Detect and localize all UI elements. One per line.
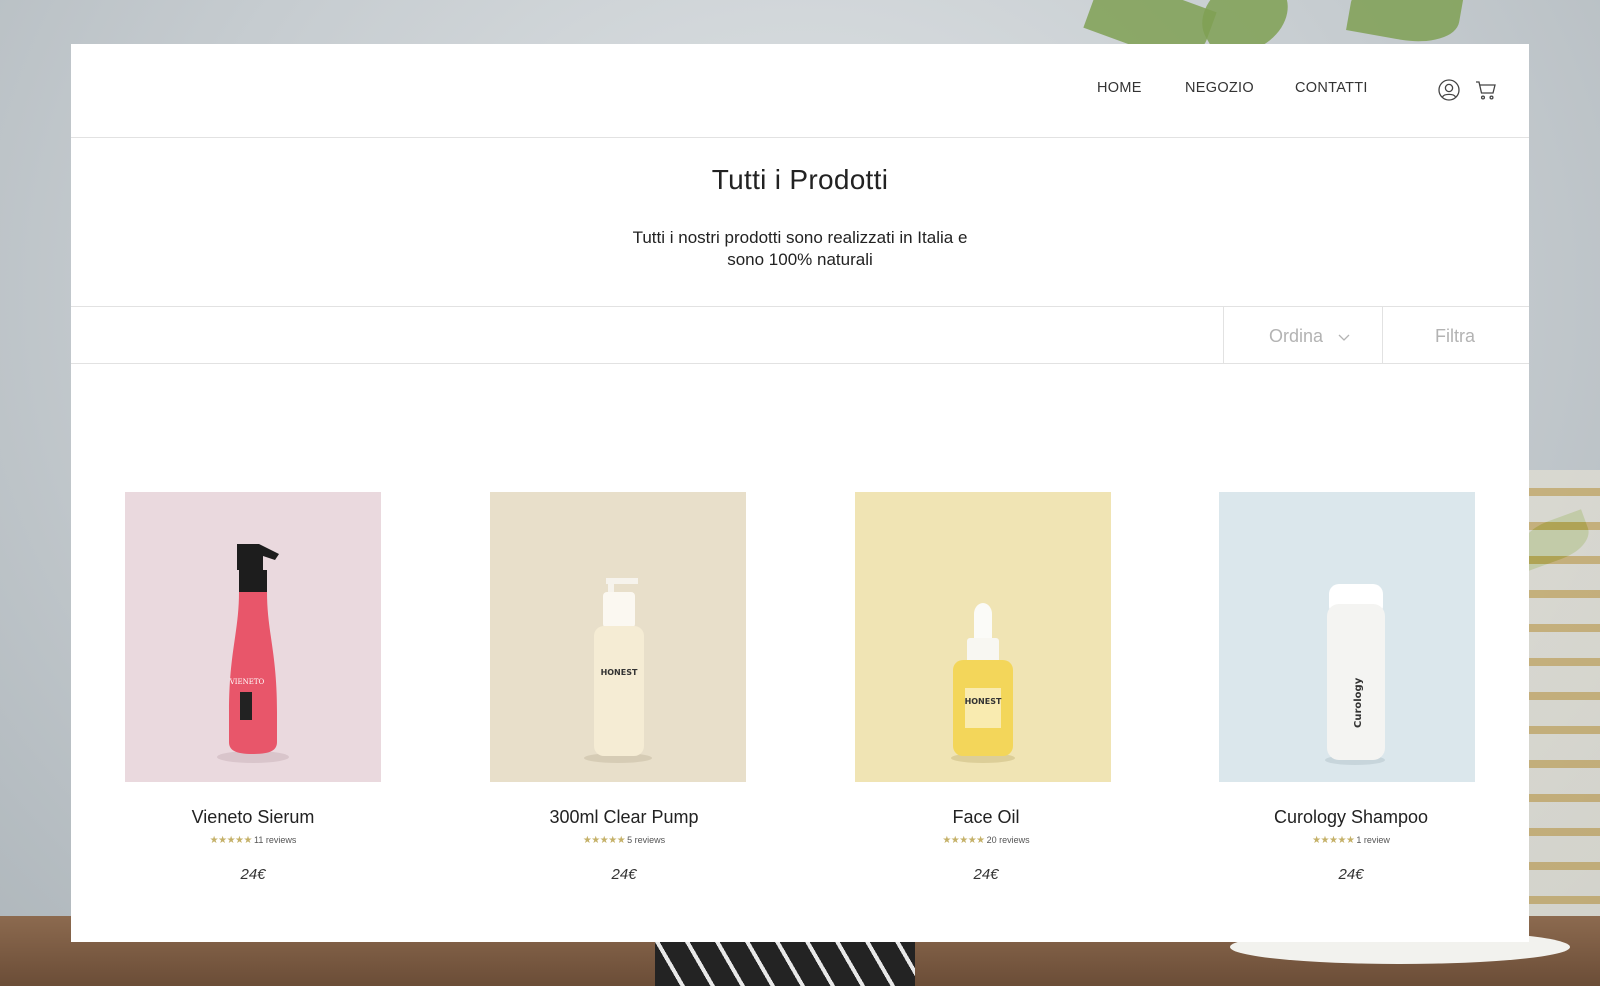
review-count: 5 reviews (627, 835, 666, 845)
nav-shop[interactable]: NEGOZIO (1185, 80, 1254, 96)
product-image[interactable]: Curology (1219, 492, 1475, 782)
product-rating: ★★★★★ 20 reviews (836, 835, 1136, 846)
spray-bottle-image: VIENETO (217, 544, 289, 763)
product-price: 24€ (611, 866, 637, 883)
chevron-down-icon (1338, 334, 1350, 341)
bottle-brand: HONEST (965, 697, 1002, 706)
nav-home[interactable]: HOME (1097, 80, 1142, 96)
product-rating: ★★★★★ 5 reviews (474, 835, 774, 846)
product-image[interactable]: VIENETO (125, 492, 381, 782)
rating-stars: ★★★★★ (942, 835, 985, 846)
sort-label: Ordina (1269, 326, 1324, 346)
store-page: HOME NEGOZIO CONTATTI Tutti i Prodotti T… (71, 44, 1529, 942)
bottle-brand: Curology (1353, 677, 1364, 728)
product-rating: ★★★★★ 11 reviews (103, 835, 403, 846)
filter-button[interactable]: Filtra (1382, 307, 1529, 363)
product-image[interactable]: HONEST (490, 492, 746, 782)
tube-bottle-image: Curology (1325, 584, 1385, 765)
review-count: 11 reviews (253, 835, 297, 845)
page-subtitle: Tutti i nostri prodotti sono realizzati … (600, 227, 1000, 271)
dropper-bottle-image: HONEST (951, 603, 1015, 763)
user-icon[interactable] (1437, 78, 1461, 102)
page-title: Tutti i Prodotti (711, 164, 889, 195)
rating-stars: ★★★★★ (582, 835, 626, 846)
product-image[interactable]: HONEST (855, 492, 1111, 782)
subtitle-line: Tutti i nostri prodotti sono realizzati … (632, 228, 968, 247)
nav-contact[interactable]: CONTATTI (1295, 80, 1368, 96)
rating-stars: ★★★★★ (1312, 835, 1355, 846)
product-price: 24€ (973, 866, 999, 883)
review-count: 1 review (1356, 835, 1390, 845)
bottle-brand: VIENETO (229, 678, 265, 686)
sort-dropdown[interactable]: Ordina (1223, 307, 1383, 363)
product-rating: ★★★★★ 1 review (1201, 835, 1501, 846)
product-name[interactable]: Vieneto Sierum (103, 807, 403, 828)
rating-stars: ★★★★★ (209, 835, 253, 846)
product-name[interactable]: Face Oil (836, 807, 1136, 828)
pump-bottle-image: HONEST (584, 578, 652, 763)
product-name[interactable]: Curology Shampoo (1201, 807, 1501, 828)
product-price: 24€ (240, 866, 266, 883)
filter-label: Filtra (1435, 326, 1475, 346)
product-price: 24€ (1338, 866, 1364, 883)
subtitle-line: sono 100% naturali (727, 250, 873, 269)
bottle-brand: HONEST (601, 668, 638, 677)
cart-icon[interactable] (1474, 78, 1498, 102)
review-count: 20 reviews (986, 835, 1030, 845)
product-toolbar: Ordina Filtra (71, 306, 1529, 364)
product-name[interactable]: 300ml Clear Pump (474, 807, 774, 828)
site-header: HOME NEGOZIO CONTATTI (71, 44, 1529, 138)
